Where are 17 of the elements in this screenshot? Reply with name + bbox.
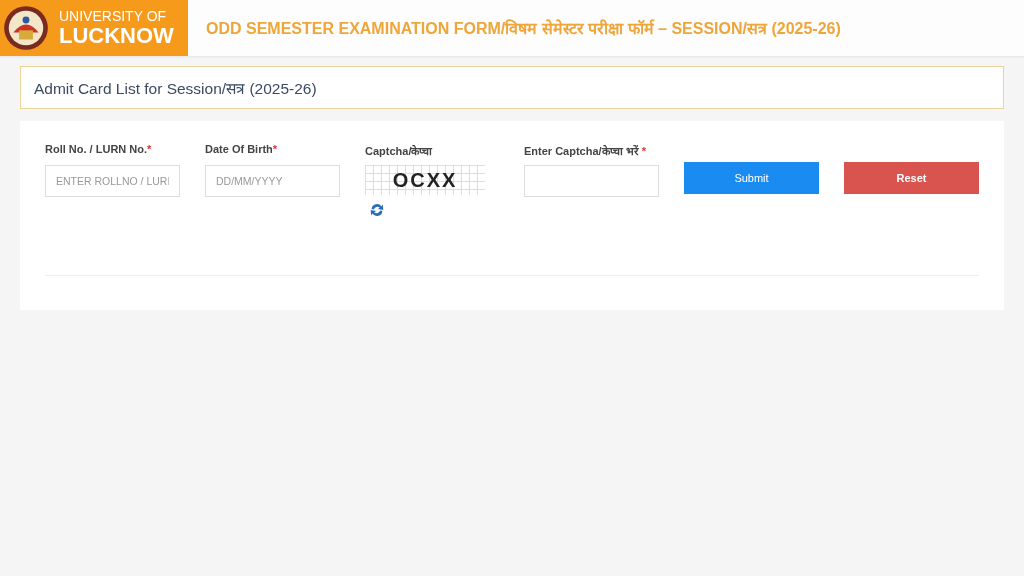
logo-text: LUCKNOW xyxy=(59,25,174,47)
page-title: ODD SEMESTER EXAMINATION FORM/विषम सेमेस्टर परीक्षा फॉर्म – SESSION/सत्र (2025-26) xyxy=(206,18,841,39)
refresh-icon[interactable] xyxy=(368,201,386,219)
reset-button[interactable]: Reset xyxy=(844,162,979,194)
input-field[interactable] xyxy=(524,165,659,197)
field-label: Roll No. / LURN No.* xyxy=(45,143,153,157)
input-field[interactable]: DD/MM/YYYY xyxy=(205,165,340,197)
university-logo[interactable]: UNIVERSITY OF LUCKNOW xyxy=(0,0,188,56)
field-label: Captcha/केप्चा xyxy=(365,144,434,157)
submit-button[interactable]: Submit xyxy=(684,162,819,194)
section-title: Admit Card List for Session/सत्र (2025-26) xyxy=(34,78,317,99)
field-label: Enter Captcha/केप्चा भरें * xyxy=(524,144,648,157)
logo-text: UNIVERSITY OF xyxy=(59,9,168,23)
field-label: Date Of Birth* xyxy=(205,143,279,157)
seal-icon xyxy=(3,5,49,51)
input-field[interactable]: ENTER ROLLNO / LURI xyxy=(45,165,180,197)
captcha-image: OCXX xyxy=(365,165,485,195)
